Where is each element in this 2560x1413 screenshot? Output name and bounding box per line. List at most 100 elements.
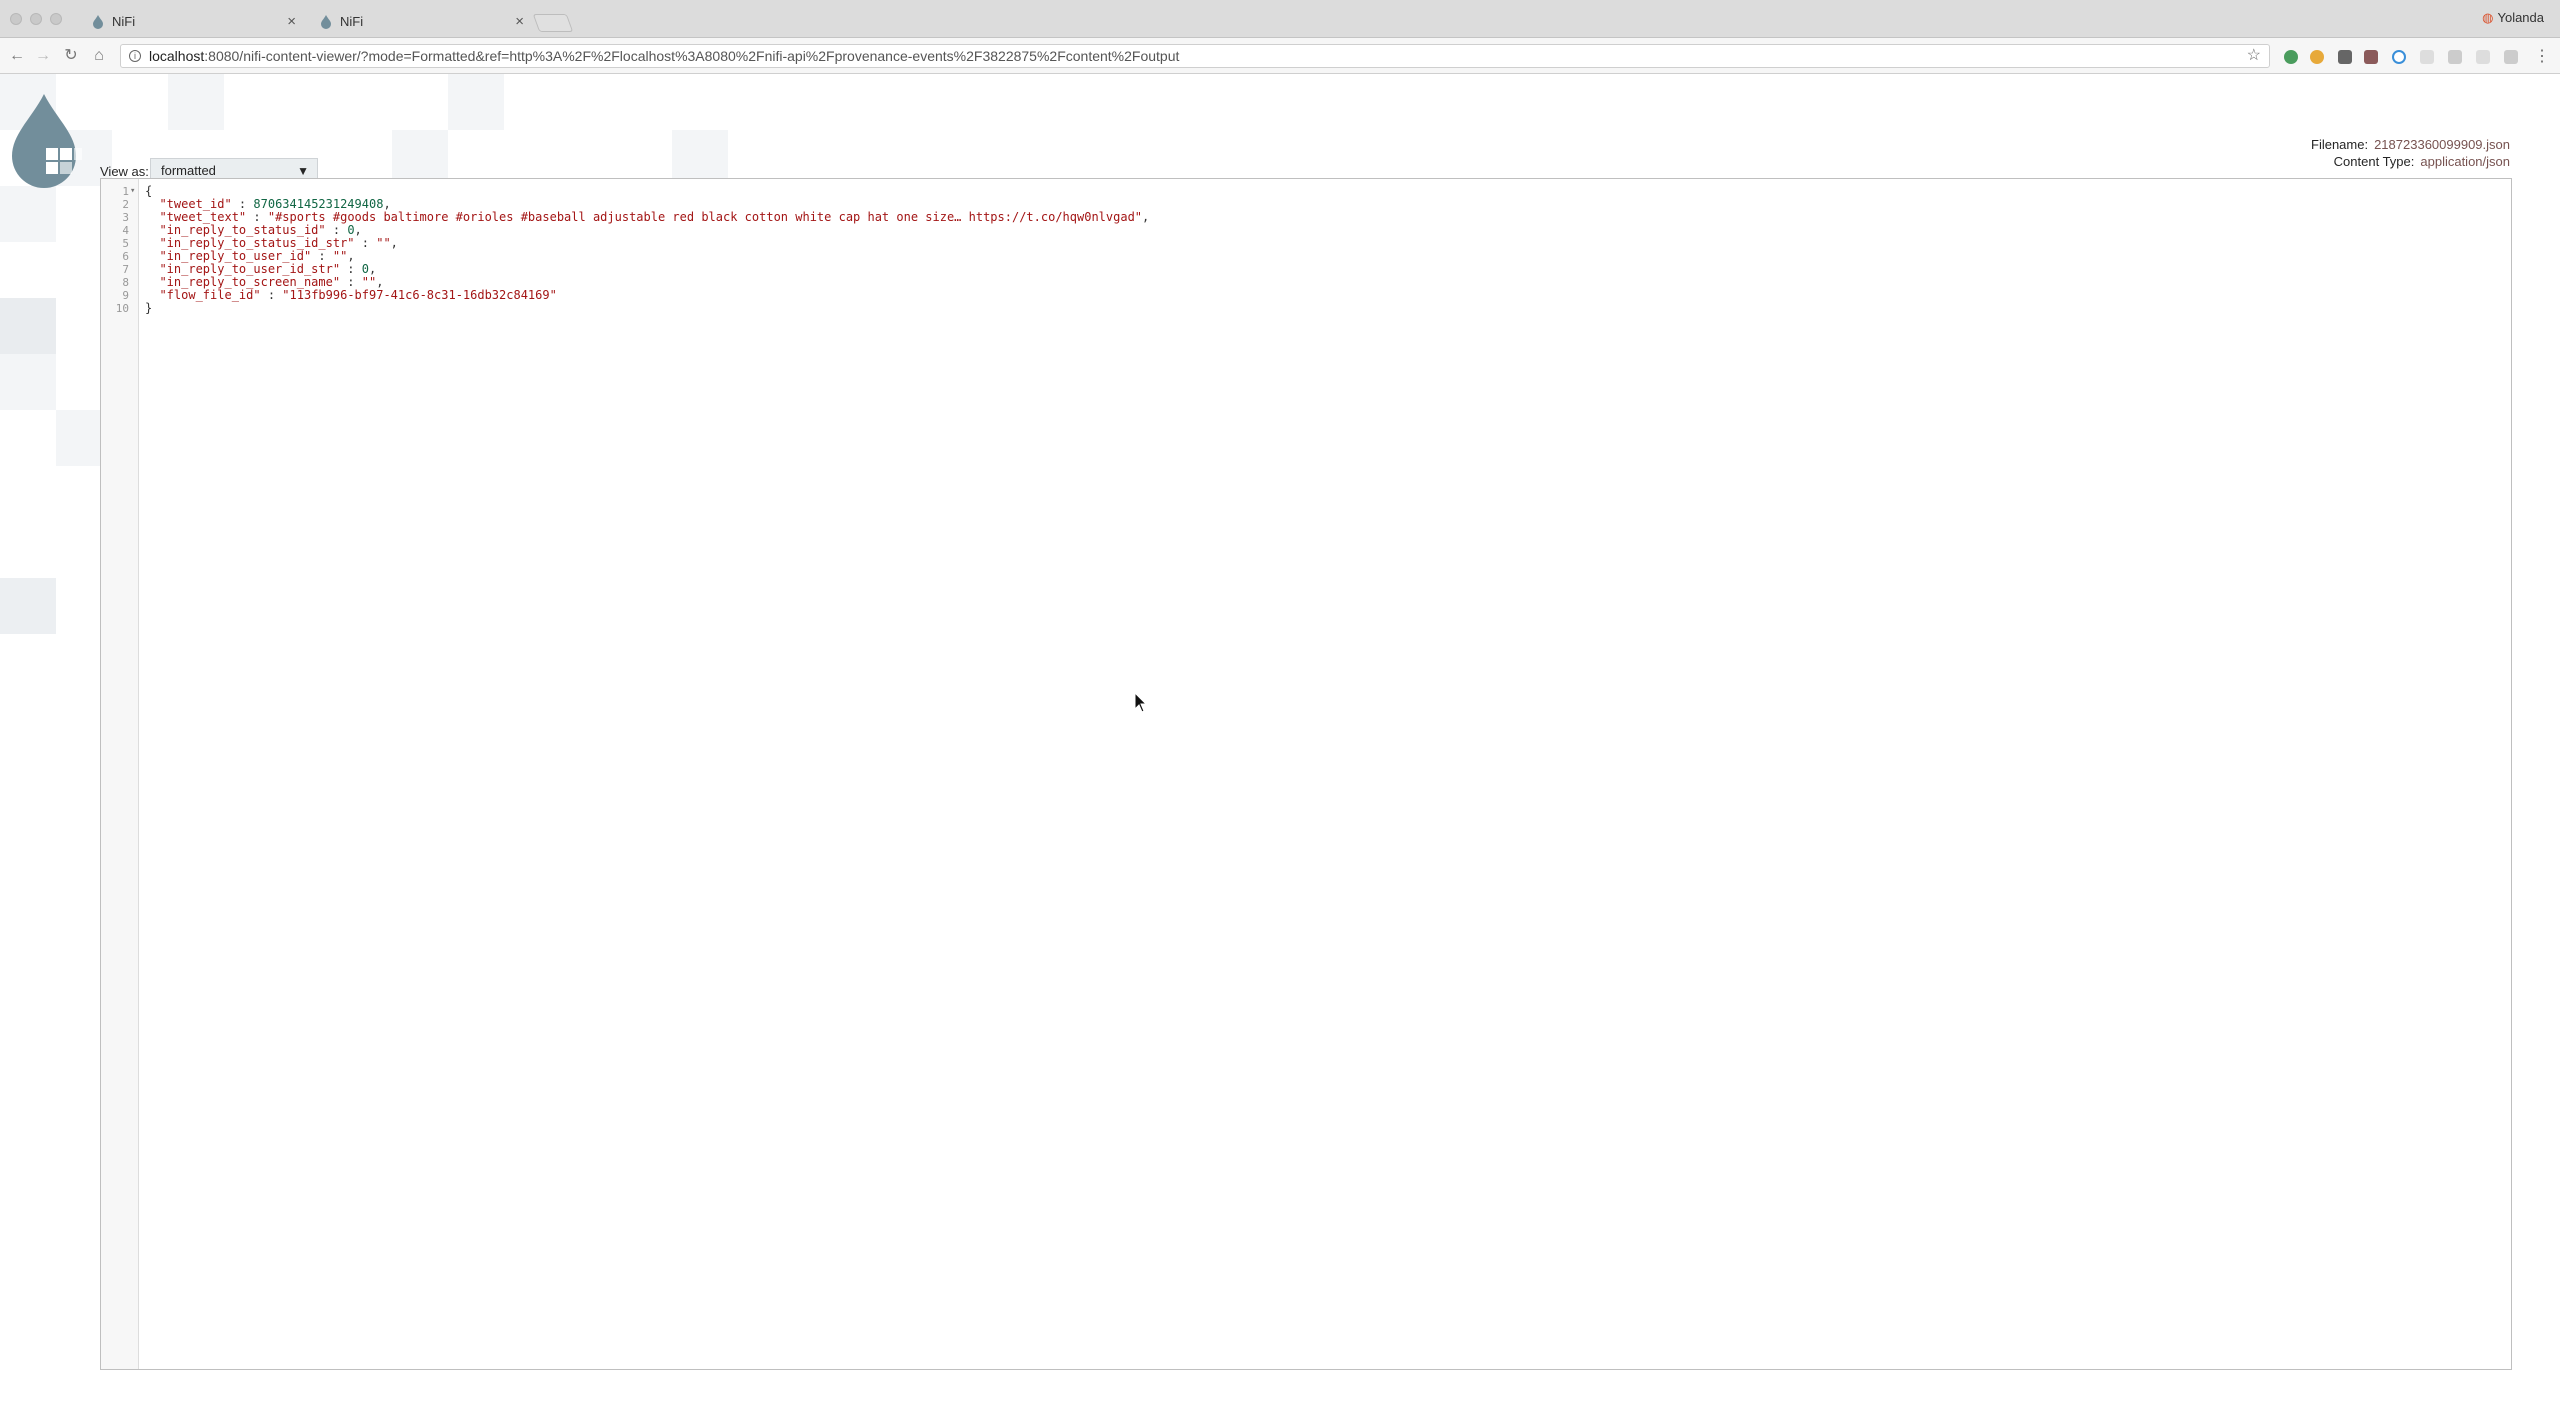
content-viewer-page: View as: formatted ▼ Filename: 2187233600…: [0, 74, 2560, 1413]
window-zoom-button[interactable]: [50, 13, 62, 25]
code-line: 4 "in_reply_to_status_id" : 0,: [101, 223, 2511, 238]
url-path: :8080/nifi-content-viewer/?mode=Formatte…: [204, 48, 1180, 64]
line-number: 9: [122, 289, 129, 302]
new-tab-button[interactable]: [532, 14, 574, 32]
url-text[interactable]: localhost:8080/nifi-content-viewer/?mode…: [149, 45, 1179, 67]
filename-value: 218723360099909.json: [2374, 137, 2510, 152]
profile-icon: ◍: [2482, 10, 2494, 25]
address-bar[interactable]: i localhost:8080/nifi-content-viewer/?mo…: [120, 44, 2270, 68]
code-line: 3 "tweet_text" : "#sports #goods baltimo…: [101, 210, 2511, 225]
window-minimize-button[interactable]: [30, 13, 42, 25]
json-key: "tweet_id": [159, 197, 232, 211]
extension-icon[interactable]: [2310, 50, 2324, 64]
view-mode-value: formatted: [161, 163, 216, 178]
json-separator: :: [354, 236, 377, 250]
line-number: 2: [122, 198, 129, 211]
extension-icon[interactable]: [2392, 50, 2406, 64]
code-lines: 1 ▾{2 "tweet_id" : 870634145231249408, 3 "…: [101, 184, 2511, 316]
json-key: "in_reply_to_status_id_str": [159, 236, 355, 250]
json-key: "in_reply_to_user_id": [159, 249, 312, 263]
json-trailing: ,: [383, 197, 391, 211]
close-tab-icon[interactable]: ×: [287, 6, 296, 38]
code-editor[interactable]: 1 ▾{2 "tweet_id" : 870634145231249408, 3 "…: [100, 178, 2512, 1370]
json-value: 0: [347, 223, 355, 237]
json-trailing: ,: [354, 223, 362, 237]
json-value: "113fb996-bf97-41c6-8c31-16db32c84169": [282, 288, 557, 302]
browser-tab-1[interactable]: NiFi ×: [78, 6, 304, 38]
line-number: 10: [115, 302, 129, 315]
extension-icon[interactable]: [2476, 50, 2490, 64]
close-tab-icon[interactable]: ×: [515, 6, 524, 38]
tab-title: NiFi: [112, 14, 136, 29]
forward-icon[interactable]: →: [32, 45, 54, 67]
open-brace: {: [145, 184, 153, 198]
reload-icon[interactable]: ↻: [60, 45, 82, 67]
line-gutter: [101, 179, 139, 1369]
json-value: "": [376, 236, 391, 250]
json-separator: :: [340, 262, 362, 276]
content-type-label: Content Type:: [2333, 154, 2415, 169]
browser-tab-2[interactable]: NiFi ×: [306, 6, 532, 38]
json-key: "tweet_text": [159, 210, 247, 224]
code-line: 1 ▾ {: [101, 184, 2511, 199]
json-value: 870634145231249408: [253, 197, 384, 211]
extension-icon[interactable]: [2364, 50, 2378, 64]
back-icon[interactable]: ←: [6, 45, 28, 67]
content-type-row: Content Type: application/json: [2311, 153, 2510, 170]
json-value: "": [361, 275, 377, 289]
extension-icon[interactable]: [2284, 50, 2298, 64]
line-number: 4: [122, 224, 129, 237]
tab-title: NiFi: [340, 14, 364, 29]
json-trailing: ,: [1142, 210, 1150, 224]
extension-icon[interactable]: [2420, 50, 2434, 64]
json-trailing: ,: [390, 236, 398, 250]
filename-row: Filename: 218723360099909.json: [2311, 136, 2510, 153]
url-host: localhost: [149, 48, 205, 64]
extension-icon[interactable]: [2448, 50, 2462, 64]
code-line: 7 "in_reply_to_user_id_str" : 0,: [101, 262, 2511, 277]
json-key: "flow_file_id": [159, 288, 261, 302]
filename-label: Filename:: [2311, 137, 2369, 152]
json-value: 0: [361, 262, 369, 276]
code-line: 9 "flow_file_id" : "113fb996-bf97-41c6-8…: [101, 288, 2511, 303]
code-text: "flow_file_id" : "113fb996-bf97-41c6-8c3…: [145, 288, 557, 302]
view-as-label: View as:: [100, 164, 149, 179]
browser-tab-bar: NiFi × NiFi × ◍ Yolanda: [0, 0, 2560, 38]
file-metadata: Filename: 218723360099909.json Content Ty…: [2311, 136, 2510, 170]
code-line: 5 "in_reply_to_status_id_str" : "",: [101, 236, 2511, 251]
profile-button[interactable]: ◍ Yolanda: [2482, 10, 2544, 26]
json-key: "in_reply_to_user_id_str": [159, 262, 341, 276]
line-number: 8: [122, 276, 129, 289]
nifi-favicon-icon: [93, 15, 103, 29]
menu-icon[interactable]: ⋮: [2534, 46, 2550, 66]
info-icon[interactable]: i: [129, 50, 141, 62]
line-number: 6: [122, 250, 129, 263]
cast-icon[interactable]: [2504, 50, 2518, 64]
content-type-value: application/json: [2420, 154, 2510, 169]
json-separator: :: [340, 275, 362, 289]
json-trailing: ,: [369, 262, 377, 276]
profile-name: Yolanda: [2497, 10, 2544, 25]
nifi-favicon-icon: [321, 15, 331, 29]
json-key: "in_reply_to_status_id": [159, 223, 326, 237]
json-separator: :: [260, 288, 283, 302]
nifi-logo-icon: [12, 94, 82, 188]
fold-toggle-icon[interactable]: ▾: [130, 185, 135, 198]
json-separator: :: [246, 210, 268, 224]
json-trailing: ,: [376, 275, 384, 289]
code-text: }: [145, 302, 152, 315]
code-line: 10}: [101, 302, 2511, 316]
code-line: 6 "in_reply_to_user_id" : "",: [101, 249, 2511, 264]
home-icon[interactable]: ⌂: [88, 45, 110, 67]
json-key: "in_reply_to_screen_name": [159, 275, 341, 289]
json-separator: :: [311, 249, 333, 263]
extension-icon[interactable]: [2338, 50, 2352, 64]
star-icon[interactable]: ☆: [2247, 45, 2261, 67]
line-number: 1: [122, 185, 129, 198]
browser-toolbar: ← → ↻ ⌂ i localhost:8080/nifi-content-vi…: [0, 38, 2560, 74]
json-separator: :: [325, 223, 348, 237]
window-close-button[interactable]: [10, 13, 22, 25]
mouse-cursor-icon: [1134, 692, 1148, 713]
json-separator: :: [231, 197, 254, 211]
close-brace: }: [145, 301, 153, 315]
